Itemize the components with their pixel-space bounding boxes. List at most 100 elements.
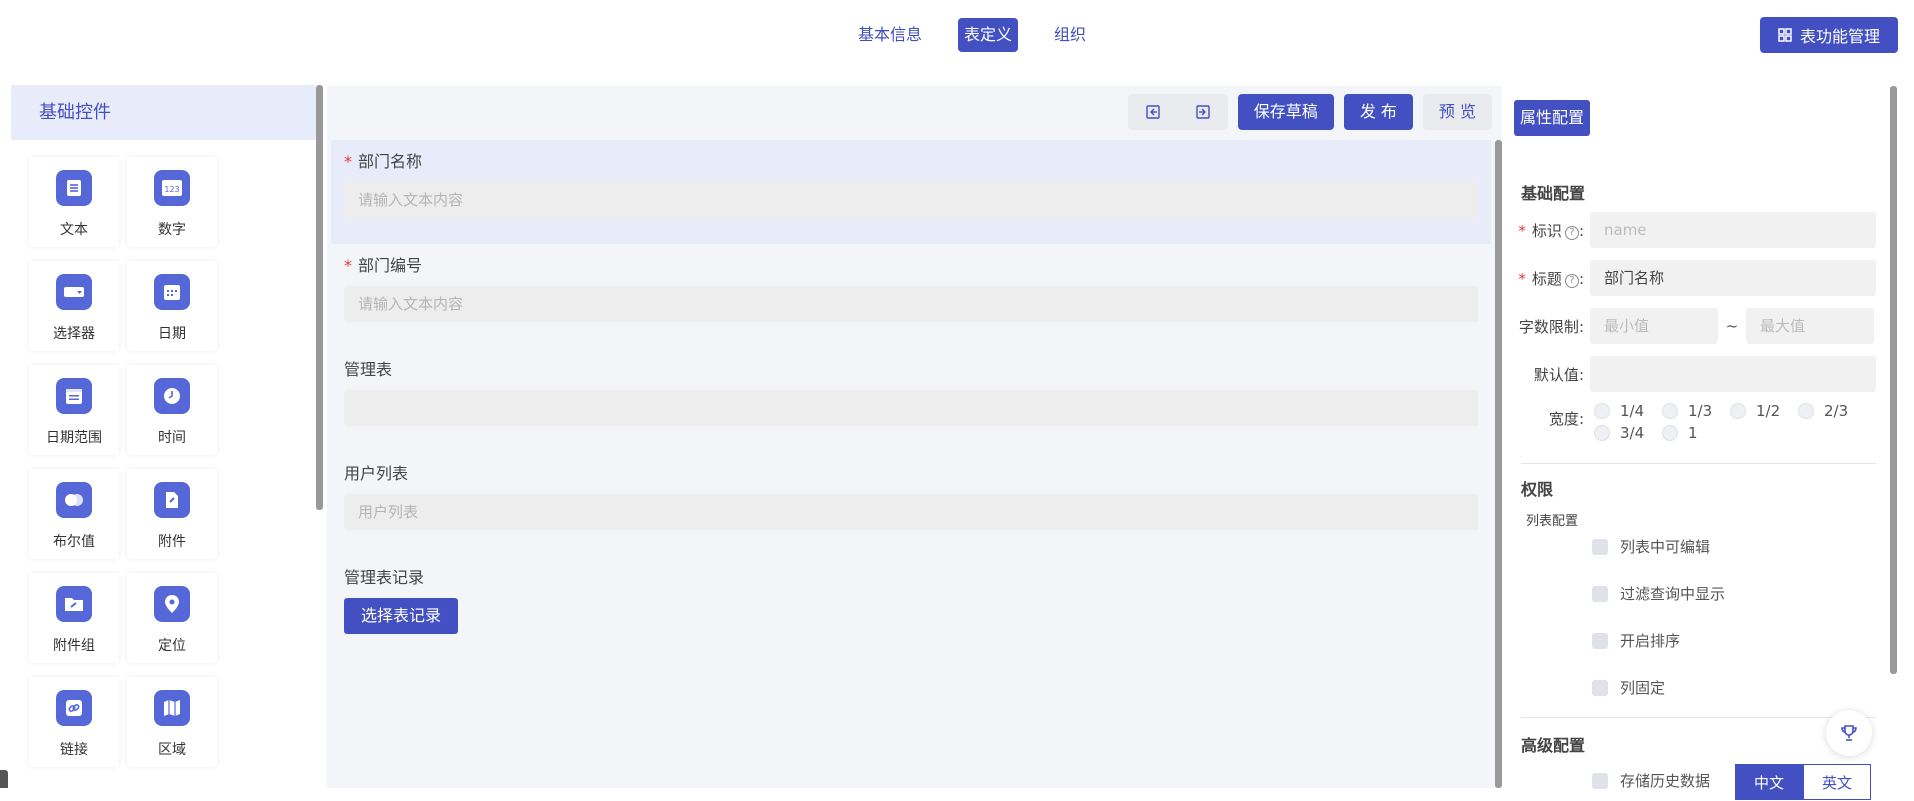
control-text[interactable]: 文本 (29, 157, 119, 247)
form-field-department-name[interactable]: * 部门名称 请输入文本内容 (331, 140, 1491, 244)
help-icon[interactable]: ? (1564, 273, 1579, 288)
help-icon[interactable]: ? (1564, 225, 1579, 240)
control-label: 区域 (158, 742, 186, 758)
control-link[interactable]: 链接 (29, 677, 119, 767)
tab-organization[interactable]: 组织 (1044, 18, 1096, 52)
top-tabs: 基本信息 表定义 组织 (848, 18, 1110, 52)
canvas-scrollbar[interactable] (1495, 140, 1502, 788)
control-label: 附件 (158, 534, 186, 550)
width-label: 宽度 (1548, 410, 1579, 428)
field-label: 部门名称 (358, 152, 423, 171)
form-field-user-list[interactable]: 用户列表 用户列表 (331, 452, 1491, 540)
left-edge-handle[interactable] (0, 770, 8, 788)
publish-button[interactable]: 发 布 (1343, 94, 1413, 130)
link-icon (56, 690, 92, 726)
top-bar: 基本信息 表定义 组织 表功能管理 (0, 0, 1914, 70)
form-field-manage-table[interactable]: 管理表 (331, 348, 1491, 436)
trophy-icon[interactable] (1826, 710, 1872, 756)
property-config-tab[interactable]: 属性配置 (1514, 100, 1591, 136)
control-date-range[interactable]: 日期范围 (29, 365, 119, 455)
field-label: 管理表记录 (344, 568, 425, 587)
fixed-column-checkbox[interactable]: 列固定 (1592, 677, 1665, 698)
left-panel-scrollbar[interactable] (316, 85, 323, 510)
char-limit-row: 字数限制: 最小值 ~ 最大值 (1512, 308, 1874, 344)
control-label: 日期 (158, 326, 186, 342)
control-label: 附件组 (53, 638, 95, 654)
preview-button[interactable]: 预 览 (1422, 94, 1492, 130)
form-field-manage-table-record[interactable]: 管理表记录 选择表记录 (331, 556, 1491, 644)
attachment-group-icon (56, 586, 92, 622)
title-label: 标题 (1531, 269, 1562, 288)
control-region[interactable]: 区域 (127, 677, 217, 767)
basic-controls-panel: 基础控件 文本 123 数字 选择器 日期 日期范围 时间 布尔值 附件 附件组… (11, 85, 316, 788)
department-name-input[interactable]: 请输入文本内容 (344, 182, 1478, 218)
width-option-1[interactable]: 1 (1662, 424, 1730, 442)
required-mark: * (1518, 221, 1526, 240)
tab-basic-info[interactable]: 基本信息 (848, 18, 932, 52)
control-attachment-group[interactable]: 附件组 (29, 573, 119, 663)
required-mark: * (344, 152, 352, 171)
label-colon: : (1578, 221, 1584, 240)
manage-table-input[interactable] (344, 390, 1478, 426)
label-colon: : (1578, 410, 1584, 428)
control-date[interactable]: 日期 (127, 261, 217, 351)
control-label: 时间 (158, 430, 186, 446)
right-panel-scrollbar[interactable] (1890, 86, 1897, 674)
user-list-input[interactable]: 用户列表 (344, 494, 1478, 530)
attachment-icon (154, 482, 190, 518)
lang-chinese[interactable]: 中文 (1735, 764, 1803, 800)
control-boolean[interactable]: 布尔值 (29, 469, 119, 559)
width-option-2-3[interactable]: 2/3 (1798, 402, 1866, 420)
region-icon (154, 690, 190, 726)
max-length-input[interactable]: 最大值 (1746, 308, 1874, 344)
min-length-input[interactable]: 最小值 (1590, 308, 1718, 344)
manage-button-label: 表功能管理 (1799, 27, 1880, 46)
control-location[interactable]: 定位 (127, 573, 217, 663)
width-option-1-4[interactable]: 1/4 (1594, 402, 1662, 420)
text-icon (56, 170, 92, 206)
control-label: 布尔值 (53, 534, 95, 550)
grid-icon (1778, 28, 1792, 42)
required-mark: * (344, 256, 352, 275)
collapse-left-icon[interactable] (1128, 94, 1178, 130)
title-input[interactable]: 部门名称 (1590, 260, 1876, 296)
control-time[interactable]: 时间 (127, 365, 217, 455)
filter-query-checkbox[interactable]: 过滤查询中显示 (1592, 583, 1725, 604)
properties-panel: 属性配置 基础配置 * 标识?: name * 标题?: 部门名称 字数限制: 最小… (1512, 86, 1890, 790)
control-selector[interactable]: 选择器 (29, 261, 119, 351)
list-editable-checkbox[interactable]: 列表中可编辑 (1592, 536, 1710, 557)
boolean-icon (56, 482, 92, 518)
enable-sort-checkbox[interactable]: 开启排序 (1592, 630, 1680, 651)
advanced-config-title: 高级配置 (1521, 736, 1586, 755)
save-draft-button[interactable]: 保存草稿 (1237, 94, 1334, 130)
range-separator: ~ (1725, 317, 1739, 335)
control-attachment[interactable]: 附件 (127, 469, 217, 559)
form-canvas: 保存草稿 发 布 预 览 * 部门名称 请输入文本内容 * 部门编号 请输入文本内容… (327, 86, 1502, 788)
control-number[interactable]: 123 数字 (127, 157, 217, 247)
collapse-right-icon[interactable] (1178, 94, 1228, 130)
choose-record-button[interactable]: 选择表记录 (344, 598, 459, 634)
department-code-input[interactable]: 请输入文本内容 (344, 286, 1478, 322)
tab-table-definition[interactable]: 表定义 (958, 18, 1019, 52)
field-label: 管理表 (344, 360, 393, 379)
form-field-department-code[interactable]: * 部门编号 请输入文本内容 (331, 244, 1491, 332)
control-label: 日期范围 (46, 430, 102, 446)
number-icon: 123 (154, 170, 190, 206)
language-switch: 中文 英文 (1735, 764, 1871, 800)
control-grid: 文本 123 数字 选择器 日期 日期范围 时间 布尔值 附件 附件组 定位 链… (29, 157, 217, 767)
lang-english[interactable]: 英文 (1803, 764, 1871, 800)
width-option-3-4[interactable]: 3/4 (1594, 424, 1662, 442)
id-input[interactable]: name (1590, 212, 1876, 248)
permission-title: 权限 (1521, 480, 1554, 499)
default-value-row: 默认值: (1512, 356, 1876, 392)
table-function-manage-button[interactable]: 表功能管理 (1760, 17, 1898, 53)
default-value-input[interactable] (1590, 356, 1876, 392)
label-colon: : (1578, 317, 1584, 336)
width-option-1-2[interactable]: 1/2 (1730, 402, 1798, 420)
width-option-1-3[interactable]: 1/3 (1662, 402, 1730, 420)
control-label: 数字 (158, 222, 186, 238)
basic-controls-title: 基础控件 (11, 85, 316, 140)
field-label: 部门编号 (358, 256, 423, 275)
date-icon (154, 274, 190, 310)
selector-icon (56, 274, 92, 310)
